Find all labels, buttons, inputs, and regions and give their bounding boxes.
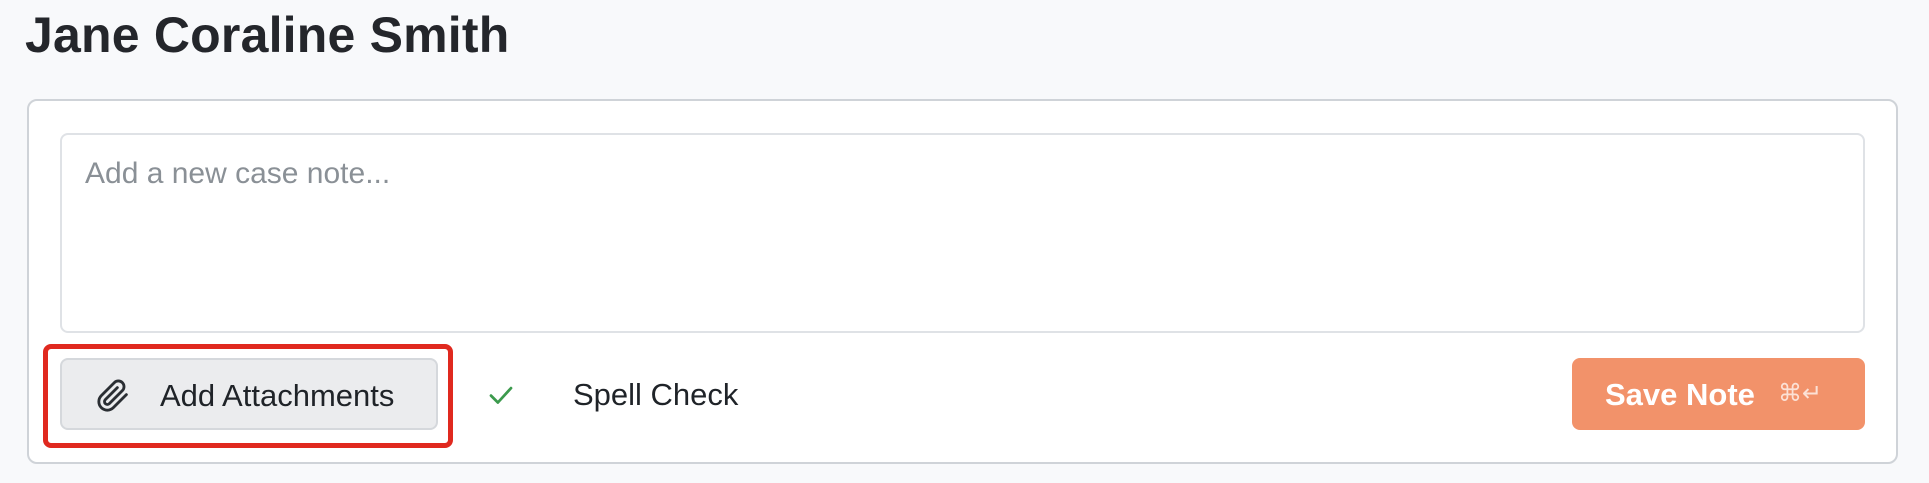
spell-check-label: Spell Check	[573, 377, 739, 412]
add-attachments-label: Add Attachments	[160, 378, 395, 413]
save-note-button[interactable]: Save Note ⌘↵	[1572, 358, 1865, 430]
save-note-label: Save Note	[1605, 377, 1755, 412]
case-note-input[interactable]	[60, 133, 1865, 333]
add-attachments-button[interactable]: Add Attachments	[60, 358, 438, 430]
paperclip-icon	[96, 379, 130, 413]
keyboard-shortcut-hint: ⌘↵	[1778, 379, 1823, 407]
page-title: Jane Coraline Smith	[25, 7, 510, 63]
checkmark-icon	[485, 379, 517, 411]
spell-check-toggle[interactable]: Spell Check	[485, 375, 738, 415]
